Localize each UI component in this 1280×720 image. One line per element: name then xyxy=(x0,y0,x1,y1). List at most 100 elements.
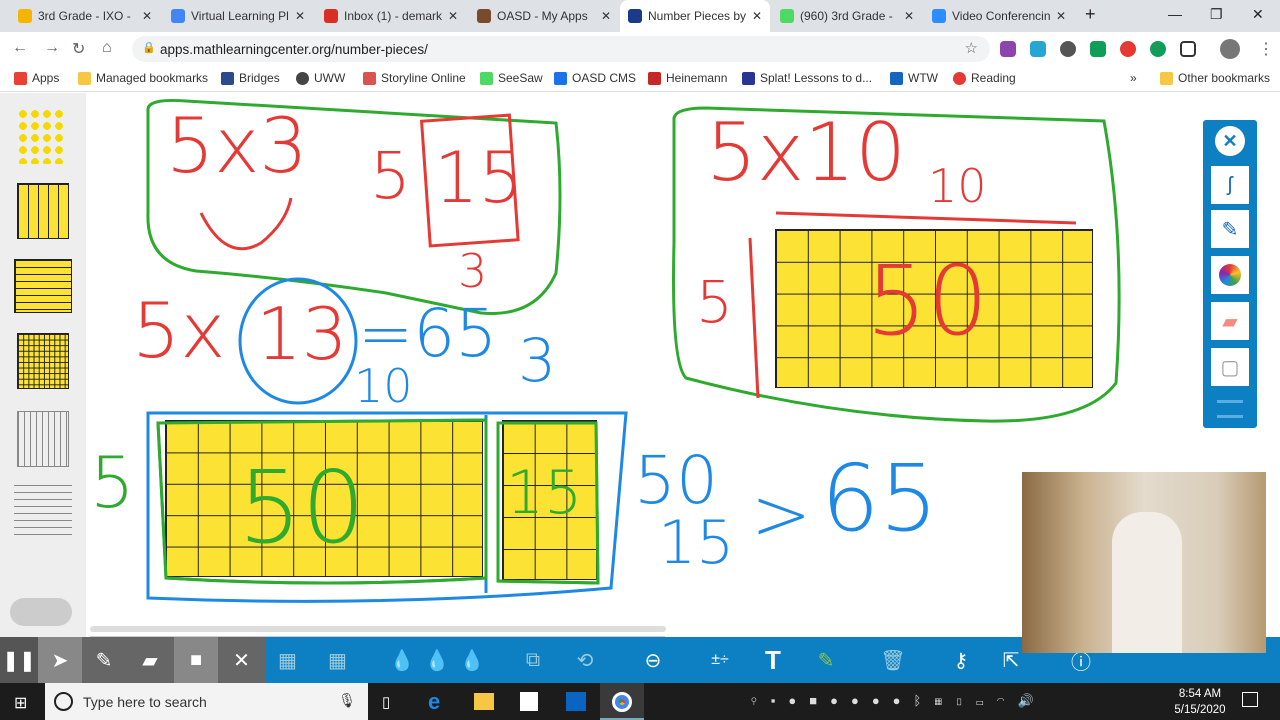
close-icon[interactable]: ✕ xyxy=(295,9,305,23)
webcam-video xyxy=(1022,472,1266,653)
highlighter-icon[interactable]: ▰ xyxy=(126,637,174,683)
avatar[interactable] xyxy=(1220,39,1240,59)
duplicate-icon[interactable]: ⧉ xyxy=(515,637,551,683)
chrome-taskbar-button[interactable] xyxy=(600,683,644,720)
pen-icon[interactable]: ✎ xyxy=(82,637,126,683)
bookmark[interactable]: Storyline Online xyxy=(363,71,466,85)
tab[interactable]: OASD - My Apps ✕ xyxy=(469,0,619,32)
microphone-icon[interactable]: 🎙 xyxy=(338,692,356,709)
close-icon[interactable]: ✕ xyxy=(904,9,914,23)
tab[interactable]: Virtual Learning Pl ✕ xyxy=(163,0,313,32)
outline-strips[interactable] xyxy=(17,411,69,467)
tab-favicon xyxy=(477,9,491,23)
close-icon[interactable]: ✕ xyxy=(752,9,762,23)
minimize-icon[interactable]: — xyxy=(1168,6,1182,22)
bookmarks-more[interactable]: » xyxy=(1130,71,1137,85)
drop-green-icon[interactable]: 💧 xyxy=(385,637,419,683)
restore-icon[interactable]: ❐ xyxy=(1210,6,1223,23)
store-icon[interactable] xyxy=(520,692,538,711)
notifications-icon[interactable] xyxy=(1242,692,1258,707)
close-icon[interactable]: ✕ xyxy=(142,9,152,23)
ink-text: 5 xyxy=(696,268,733,336)
bookmark-icon xyxy=(742,71,755,85)
extension-icon[interactable] xyxy=(1060,41,1076,57)
back-icon[interactable]: ← xyxy=(12,39,28,57)
bookmark[interactable]: Bridges xyxy=(221,71,280,85)
zoom-out-icon[interactable]: ⊖ xyxy=(635,637,671,683)
heart-icon xyxy=(953,71,966,85)
grid-left-icon[interactable]: ▦ xyxy=(315,637,360,683)
tab-active[interactable]: Number Pieces by ✕ xyxy=(620,0,770,32)
tab[interactable]: Video Conferencin ✕ xyxy=(924,0,1074,32)
extension-icon[interactable] xyxy=(1000,41,1016,57)
bookmark[interactable]: Heinemann xyxy=(648,71,727,85)
clear-icon[interactable]: ▢ xyxy=(1211,348,1249,386)
eraser-icon[interactable]: ▰ xyxy=(1211,302,1249,340)
tab[interactable]: 3rd Grade - IXO - ✕ xyxy=(10,0,160,32)
colors-toggle[interactable] xyxy=(10,598,72,626)
extension-icon[interactable] xyxy=(1120,41,1136,57)
close-icon[interactable]: ✕ xyxy=(1056,9,1066,23)
rotate-icon[interactable]: ⟲ xyxy=(565,637,605,683)
color-wheel-icon[interactable] xyxy=(1211,256,1249,294)
reload-icon[interactable]: ↻ xyxy=(72,39,85,59)
bookmark[interactable]: Reading xyxy=(953,71,1016,85)
bookmark[interactable]: Other bookmarks xyxy=(1160,71,1270,85)
trash-icon[interactable]: 🗑 xyxy=(875,637,911,683)
drop-teal-icon[interactable]: 💧 xyxy=(420,637,454,683)
close-window-icon[interactable]: ✕ xyxy=(1252,6,1264,23)
ink-text: 15 xyxy=(658,508,735,578)
drop-purple-icon[interactable]: 💧 xyxy=(455,637,489,683)
outlook-icon[interactable] xyxy=(566,692,586,711)
horizontal-strips[interactable] xyxy=(14,259,72,313)
ink-text: 5x10 xyxy=(706,106,907,199)
pen-style-icon[interactable]: ʃ xyxy=(1211,166,1249,204)
pen-icon[interactable]: ✎ xyxy=(1211,210,1249,248)
system-tray-icons[interactable]: ⚲▪●■●●●●ᛒ▦▯▭◠🔊 xyxy=(750,693,1047,709)
close-icon[interactable]: ✕ xyxy=(448,9,458,23)
file-explorer-icon[interactable] xyxy=(474,693,494,710)
tab[interactable]: Inbox (1) - demark ✕ xyxy=(316,0,466,32)
url-bar[interactable]: 🔒 apps.mathlearningcenter.org/number-pie… xyxy=(132,36,990,62)
marker-icon[interactable]: ✎ xyxy=(808,637,844,683)
edge-icon[interactable]: e xyxy=(428,689,440,715)
hundred-mat[interactable] xyxy=(17,333,69,389)
operations-icon[interactable]: ±÷ xyxy=(702,637,738,683)
close-icon[interactable]: ✕ xyxy=(1215,126,1245,156)
bookmark[interactable]: Splat! Lessons to d... xyxy=(742,71,872,85)
home-icon[interactable]: ⌂ xyxy=(102,39,112,57)
menu-icon[interactable]: ⋮ xyxy=(1258,39,1274,59)
unit-pieces[interactable] xyxy=(17,108,67,164)
star-icon[interactable]: ☆ xyxy=(965,39,978,57)
windows-start-icon[interactable]: ⊞ xyxy=(14,693,27,713)
pause-icon[interactable]: ❚❚ xyxy=(0,637,38,683)
horizontal-scrollbar[interactable] xyxy=(90,626,666,632)
bookmark[interactable]: UWW xyxy=(296,71,345,85)
select-icon[interactable]: ➤ xyxy=(38,637,82,683)
taskbar-search-input[interactable]: Type here to search 🎙 xyxy=(45,683,368,720)
close-icon[interactable]: ✕ xyxy=(218,637,265,683)
bookmarks-bar: Apps Managed bookmarks Bridges UWW Story… xyxy=(0,65,1280,92)
forward-icon[interactable]: → xyxy=(44,39,60,57)
task-view-icon[interactable]: ▯ xyxy=(382,693,390,711)
video-icon[interactable]: ■ xyxy=(174,637,218,683)
text-icon[interactable]: T xyxy=(755,637,791,683)
bookmark[interactable]: Apps xyxy=(14,71,59,85)
key-icon[interactable]: ⚷ xyxy=(943,637,979,683)
new-tab-button[interactable]: + xyxy=(1085,4,1096,25)
bookmark[interactable]: WTW xyxy=(890,71,938,85)
ten-strips[interactable] xyxy=(17,183,69,239)
bookmark[interactable]: Managed bookmarks xyxy=(78,71,208,85)
outline-horizontal[interactable] xyxy=(14,485,72,541)
extension-icon[interactable] xyxy=(1090,41,1106,57)
extension-icon[interactable] xyxy=(1150,41,1166,57)
menu-icon[interactable] xyxy=(1217,400,1243,418)
extension-icon[interactable] xyxy=(1030,41,1046,57)
tab[interactable]: (960) 3rd Grade - ✕ xyxy=(772,0,922,32)
close-icon[interactable]: ✕ xyxy=(601,9,611,23)
clock[interactable]: 8:54 AM 5/15/2020 xyxy=(1170,686,1230,718)
grid-right-icon[interactable]: ▦ xyxy=(265,637,310,683)
bookmark[interactable]: OASD CMS xyxy=(554,71,636,85)
grid-extension-icon[interactable] xyxy=(1180,41,1196,57)
bookmark[interactable]: SeeSaw xyxy=(480,71,543,85)
